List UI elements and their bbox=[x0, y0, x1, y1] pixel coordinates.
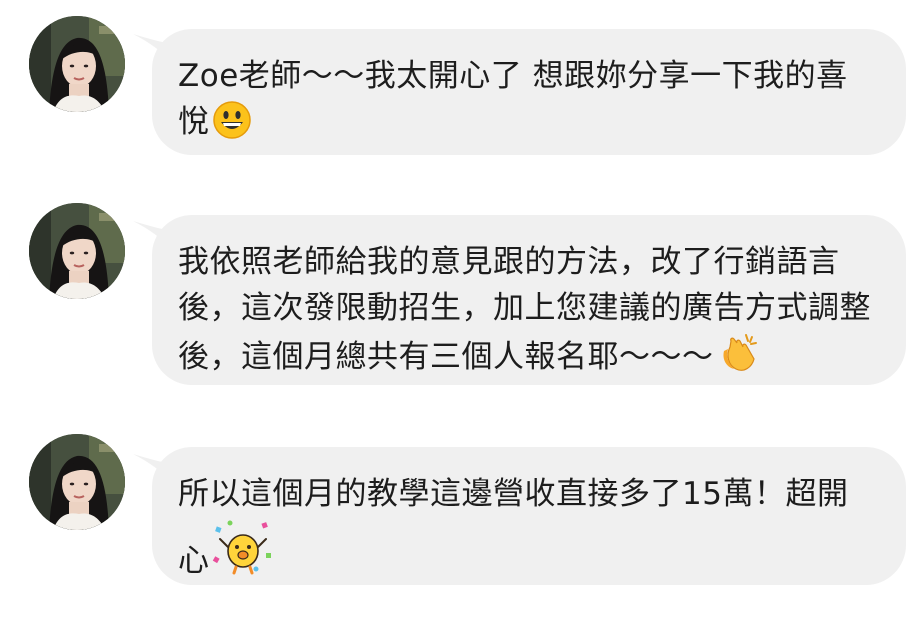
avatar[interactable] bbox=[29, 16, 125, 112]
grinning-face-icon bbox=[212, 100, 252, 153]
message-bubble[interactable]: 我依照老師給我的意見跟的方法，改了行銷語言後，這次發限動招生，加上您建議的廣告方… bbox=[152, 215, 906, 385]
celebrating-chick-sticker-icon bbox=[212, 517, 274, 592]
avatar[interactable] bbox=[29, 434, 125, 530]
message-bubble[interactable]: 所以這個月的教學這邊營收直接多了15萬！超開心 bbox=[152, 447, 906, 585]
message-bubble[interactable]: Zoe老師～～我太開心了 想跟妳分享一下我的喜悅 bbox=[152, 29, 906, 155]
avatar[interactable] bbox=[29, 203, 125, 299]
message-text: 所以這個月的教學這邊營收直接多了15萬！超開心 bbox=[178, 476, 849, 579]
message-text: 我依照老師給我的意見跟的方法，改了行銷語言後，這次發限動招生，加上您建議的廣告方… bbox=[178, 244, 871, 375]
clapping-hands-icon bbox=[716, 331, 760, 388]
message-text: Zoe老師～～我太開心了 想跟妳分享一下我的喜悅 bbox=[178, 58, 848, 140]
